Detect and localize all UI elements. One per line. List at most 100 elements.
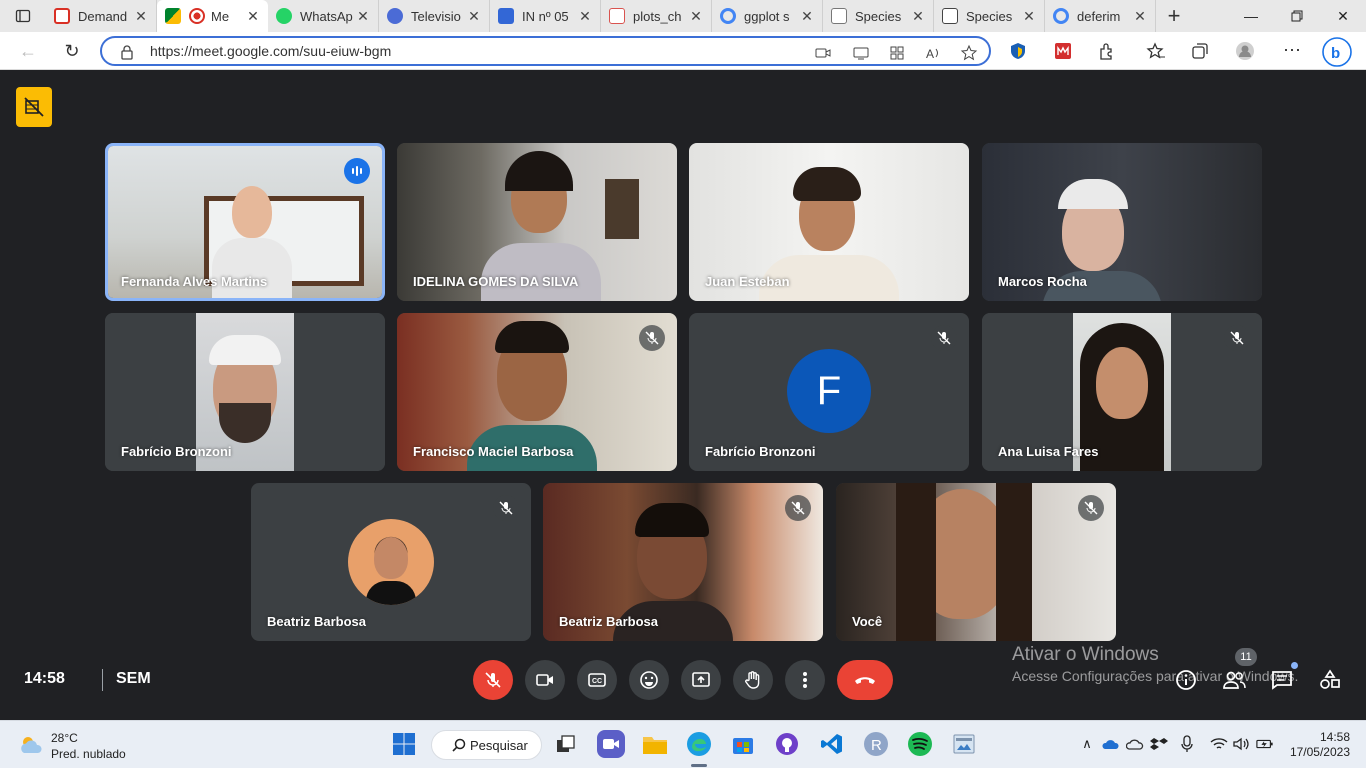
- tab-close-icon[interactable]: ✕: [1133, 8, 1147, 25]
- browser-tab-bar: Demand ✕ Me ✕ WhatsAp ✕ Televisio ✕ IN n…: [0, 0, 1366, 32]
- weather-condition[interactable]: Pred. nublado: [51, 747, 126, 761]
- wifi-icon[interactable]: [1210, 735, 1228, 753]
- tab-televisio[interactable]: Televisio ✕: [379, 0, 490, 32]
- microphone-tray-icon[interactable]: [1178, 735, 1196, 753]
- collections-icon[interactable]: [1190, 41, 1210, 61]
- tab-deferim[interactable]: deferim ✕: [1045, 0, 1156, 32]
- tab-close-icon[interactable]: ✕: [467, 8, 481, 25]
- tab-close-icon[interactable]: ✕: [356, 8, 370, 25]
- tab-whatsapp[interactable]: WhatsAp ✕: [268, 0, 379, 32]
- favorites-icon[interactable]: [1146, 41, 1166, 61]
- apps-icon[interactable]: [888, 44, 906, 62]
- onedrive-icon[interactable]: [1126, 735, 1144, 753]
- video-off-badge-icon[interactable]: [16, 87, 52, 127]
- tab-close-icon[interactable]: ✕: [800, 8, 814, 25]
- tab-species-2[interactable]: Species ✕: [934, 0, 1045, 32]
- tab-ggplot[interactable]: ggplot s ✕: [712, 0, 823, 32]
- onedrive-sync-icon[interactable]: [1102, 735, 1120, 753]
- tab-close-icon[interactable]: ✕: [134, 8, 148, 25]
- participant-tile[interactable]: IDELINA GOMES DA SILVA: [397, 143, 677, 301]
- back-icon[interactable]: ←: [16, 39, 40, 63]
- tab-actions-icon[interactable]: [0, 0, 46, 32]
- participant-tile[interactable]: Fabrício Bronzoni: [105, 313, 385, 471]
- mic-toggle-button[interactable]: [473, 660, 513, 700]
- address-bar[interactable]: https://meet.google.com/suu-eiuw-bgm A: [100, 36, 991, 66]
- start-button[interactable]: [390, 730, 418, 758]
- reactions-button[interactable]: [629, 660, 669, 700]
- participant-avatar: [348, 519, 434, 605]
- tab-plots[interactable]: plots_ch ✕: [601, 0, 712, 32]
- present-icon: [692, 672, 710, 687]
- refresh-icon[interactable]: ↻: [60, 39, 84, 63]
- tab-title: ggplot s: [744, 8, 790, 24]
- vscode-button[interactable]: [818, 730, 846, 758]
- captions-icon: CC: [588, 673, 606, 687]
- tab-close-icon[interactable]: ✕: [689, 8, 703, 25]
- read-aloud-icon[interactable]: A: [924, 44, 942, 62]
- tab-gmail[interactable]: Demand ✕: [46, 0, 157, 32]
- chat-app-button[interactable]: [597, 730, 625, 758]
- participant-tile[interactable]: Fernanda Alves Martins: [105, 143, 385, 301]
- camera-permission-icon[interactable]: [814, 44, 832, 62]
- participant-tile[interactable]: F Fabrício Bronzoni: [689, 313, 969, 471]
- image-viewer-icon: [953, 734, 975, 754]
- weather-cloudy-icon[interactable]: [18, 733, 46, 757]
- dropbox-icon[interactable]: [1150, 735, 1168, 753]
- more-options-button[interactable]: [785, 660, 825, 700]
- tab-close-icon[interactable]: ✕: [246, 8, 260, 25]
- participant-tile[interactable]: Ana Luisa Fares: [982, 313, 1262, 471]
- spotify-button[interactable]: [906, 730, 934, 758]
- svg-text:R: R: [871, 737, 882, 754]
- tab-in-05[interactable]: IN nº 05 ✕: [490, 0, 601, 32]
- tab-close-icon[interactable]: ✕: [578, 8, 592, 25]
- tab-close-icon[interactable]: ✕: [1022, 8, 1036, 25]
- participant-tile[interactable]: Beatriz Barbosa: [251, 483, 531, 641]
- tab-meet[interactable]: Me ✕: [157, 0, 268, 32]
- favorite-add-icon[interactable]: [960, 44, 978, 62]
- tab-title: WhatsAp: [300, 8, 353, 24]
- restore-icon[interactable]: [1274, 0, 1320, 32]
- participant-tile[interactable]: Marcos Rocha: [982, 143, 1262, 301]
- volume-icon[interactable]: [1232, 735, 1250, 753]
- show-hidden-icons[interactable]: ∧: [1078, 735, 1096, 753]
- profile-avatar-icon[interactable]: [1235, 41, 1255, 61]
- participant-tile[interactable]: Juan Esteban: [689, 143, 969, 301]
- participant-tile[interactable]: Francisco Maciel Barbosa: [397, 313, 677, 471]
- tab-title: Demand: [78, 8, 128, 24]
- tab-species-1[interactable]: Species ✕: [823, 0, 934, 32]
- participant-tile[interactable]: Você: [836, 483, 1116, 641]
- present-screen-button[interactable]: [681, 660, 721, 700]
- more-menu-icon[interactable]: ⋯: [1280, 38, 1304, 62]
- close-window-icon[interactable]: ✕: [1320, 0, 1366, 32]
- participant-tile[interactable]: Beatriz Barbosa: [543, 483, 823, 641]
- system-clock[interactable]: 14:58 17/05/2023: [1290, 730, 1350, 760]
- cast-icon[interactable]: [852, 44, 870, 62]
- lock-icon[interactable]: [120, 44, 134, 60]
- svg-text:A: A: [926, 47, 934, 61]
- taskbar-search[interactable]: Pesquisar: [431, 730, 542, 760]
- store-button[interactable]: [729, 730, 757, 758]
- minimize-icon[interactable]: —: [1228, 0, 1274, 32]
- raise-hand-button[interactable]: [733, 660, 773, 700]
- extension-red-icon[interactable]: [1053, 41, 1073, 61]
- edge-browser-button[interactable]: [685, 730, 713, 758]
- r-app-button[interactable]: R: [862, 730, 890, 758]
- new-tab-button[interactable]: +: [1156, 3, 1192, 29]
- extensions-icon[interactable]: [1097, 41, 1117, 61]
- task-view-icon: [557, 735, 575, 752]
- tab-close-icon[interactable]: ✕: [911, 8, 925, 25]
- captions-button[interactable]: CC: [577, 660, 617, 700]
- leave-call-button[interactable]: [837, 660, 893, 700]
- activities-button[interactable]: [1318, 668, 1342, 692]
- bing-icon[interactable]: b: [1322, 37, 1352, 67]
- extension-shield-icon[interactable]: [1008, 41, 1028, 61]
- url-text[interactable]: https://meet.google.com/suu-eiuw-bgm: [150, 43, 391, 59]
- battery-icon[interactable]: [1256, 735, 1274, 753]
- weather-temperature[interactable]: 28°C: [51, 731, 78, 745]
- camera-toggle-button[interactable]: [525, 660, 565, 700]
- store-icon: [733, 738, 753, 754]
- file-explorer-button[interactable]: [641, 730, 669, 758]
- github-button[interactable]: [773, 730, 801, 758]
- task-view-button[interactable]: [552, 730, 580, 758]
- viewer-app-button[interactable]: [950, 730, 978, 758]
